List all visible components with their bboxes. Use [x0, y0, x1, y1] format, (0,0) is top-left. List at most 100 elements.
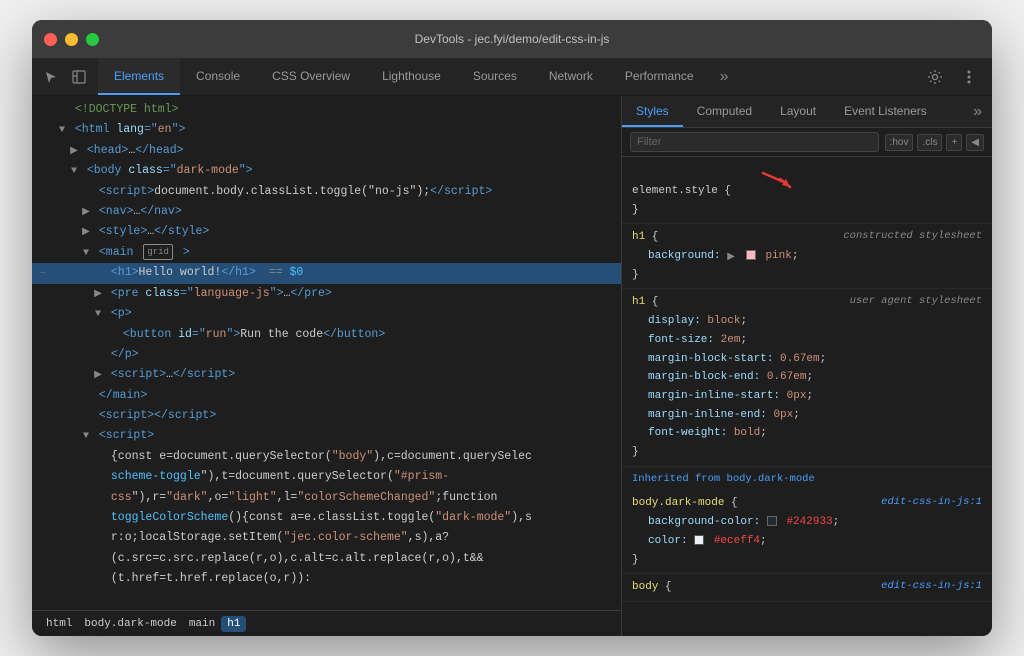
h1-constructed-rule: h1 { constructed stylesheet background: … [622, 224, 992, 289]
button-line[interactable]: <button id="run">Run the code</button> [32, 325, 621, 345]
breadcrumb-body[interactable]: body.dark-mode [78, 616, 182, 632]
body-rule: body { edit-css-in-js:1 [622, 574, 992, 602]
triangle-pre[interactable] [92, 287, 104, 303]
close-button[interactable] [44, 33, 57, 46]
elements-content[interactable]: <!DOCTYPE html> <html lang="en"> <head>…… [32, 96, 621, 610]
add-style-button[interactable]: + [946, 134, 962, 151]
layout-icon[interactable] [68, 66, 90, 88]
triangle-p[interactable] [92, 307, 104, 323]
tab-elements[interactable]: Elements [98, 58, 180, 95]
minimize-button[interactable] [65, 33, 78, 46]
element-style-close: } [632, 201, 982, 220]
tab-lighthouse[interactable]: Lighthouse [366, 58, 457, 95]
color-swatch-pink[interactable] [746, 250, 756, 260]
settings-icon[interactable] [922, 64, 948, 90]
tab-computed[interactable]: Computed [683, 96, 766, 127]
script3-line[interactable]: <script></script> [32, 406, 621, 426]
tab-performance[interactable]: Performance [609, 58, 710, 95]
inherited-header: Inherited from body.dark-mode [622, 467, 992, 491]
styles-tabs: Styles Computed Layout Event Listeners » [622, 96, 992, 128]
breadcrumb-h1[interactable]: h1 [221, 616, 246, 632]
hov-button[interactable]: :hov [885, 134, 914, 151]
tab-network[interactable]: Network [533, 58, 609, 95]
tab-console[interactable]: Console [180, 58, 256, 95]
element-style-selector: element.style { [632, 165, 982, 201]
triangle-body[interactable] [68, 164, 80, 180]
grid-badge[interactable]: grid [143, 244, 173, 260]
head-line[interactable]: <head>…</head> [32, 141, 621, 161]
margin-inline-start-prop: margin-inline-start: 0px; [632, 387, 982, 406]
script-content-4: toggleColorScheme(){const a=e.classList.… [32, 508, 621, 528]
filter-input[interactable] [630, 132, 879, 152]
script-content-7: (t.href=t.href.replace(o,r)): [32, 569, 621, 589]
triangle-head[interactable] [68, 144, 80, 160]
triangle-script2[interactable] [92, 368, 104, 384]
tab-event-listeners[interactable]: Event Listeners [830, 96, 941, 127]
nav-line[interactable]: <nav>…</nav> [32, 202, 621, 222]
script-content-3: css"),r="dark",o="light",l="colorSchemeC… [32, 488, 621, 508]
h1-user-agent-rule: h1 { user agent stylesheet display: bloc… [622, 289, 992, 466]
tab-css-overview[interactable]: CSS Overview [256, 58, 366, 95]
breadcrumb-main[interactable]: main [183, 616, 221, 632]
script4-open-line[interactable]: <script> [32, 426, 621, 446]
title-bar: DevTools - jec.fyi/demo/edit-css-in-js [32, 20, 992, 58]
script2-line[interactable]: <script>…</script> [32, 365, 621, 385]
pre-line[interactable]: <pre class="language-js">…</pre> [32, 284, 621, 304]
html-open-line[interactable]: <html lang="en"> [32, 120, 621, 140]
more-tabs-button[interactable]: » [710, 58, 739, 95]
devtools-window: DevTools - jec.fyi/demo/edit-css-in-js E… [32, 20, 992, 636]
styles-panel: Styles Computed Layout Event Listeners »… [622, 96, 992, 636]
main-close-line[interactable]: </main> [32, 386, 621, 406]
body-source[interactable]: edit-css-in-js:1 [881, 578, 982, 596]
styles-filter: :hov .cls + ◀ [622, 128, 992, 157]
triangle-main[interactable] [80, 246, 92, 262]
triangle-script4[interactable] [80, 429, 92, 445]
body-line[interactable]: <body class="dark-mode"> [32, 161, 621, 181]
main-tabs: Elements Console CSS Overview Lighthouse… [98, 58, 912, 95]
window-title: DevTools - jec.fyi/demo/edit-css-in-js [415, 32, 610, 46]
display-prop: display: block; [632, 312, 982, 331]
doctype-line: <!DOCTYPE html> [32, 100, 621, 120]
more-style-tabs[interactable]: » [963, 96, 992, 127]
color-swatch-dark[interactable] [767, 516, 777, 526]
style-line[interactable]: <style>…</style> [32, 222, 621, 242]
element-style-rule: element.style { } [622, 161, 992, 224]
h1-line[interactable]: … <h1>Hello world!</h1> == $0 [32, 263, 621, 283]
user-agent-source: user agent stylesheet [850, 293, 982, 311]
triangle-nav[interactable] [80, 205, 92, 221]
script-content-2: scheme-toggle"),t=document.querySelector… [32, 467, 621, 487]
devtools-body: <!DOCTYPE html> <html lang="en"> <head>…… [32, 96, 992, 636]
tab-sources[interactable]: Sources [457, 58, 533, 95]
tab-right-controls [912, 58, 992, 95]
elements-panel: <!DOCTYPE html> <html lang="en"> <head>…… [32, 96, 622, 636]
margin-block-start-prop: margin-block-start: 0.67em; [632, 350, 982, 369]
back-arrow-button[interactable]: ◀ [966, 134, 984, 151]
dark-mode-source[interactable]: edit-css-in-js:1 [881, 494, 982, 512]
font-size-prop: font-size: 2em; [632, 331, 982, 350]
traffic-lights [44, 33, 99, 46]
constructed-source: constructed stylesheet [843, 228, 982, 246]
tab-controls [32, 58, 98, 95]
p-close-line[interactable]: </p> [32, 345, 621, 365]
breadcrumb-html[interactable]: html [40, 616, 78, 632]
script-content-1: {const e=document.querySelector("body"),… [32, 447, 621, 467]
main-line[interactable]: <main grid > [32, 243, 621, 264]
cursor-icon[interactable] [40, 66, 62, 88]
triangle-html[interactable] [56, 123, 68, 139]
expand-arrow[interactable]: ▶ [727, 249, 739, 261]
background-prop: background: ▶ pink; [632, 247, 982, 266]
script-content-5: r:o;localStorage.setItem("jec.color-sche… [32, 528, 621, 548]
tab-styles[interactable]: Styles [622, 96, 683, 127]
tab-bar: Elements Console CSS Overview Lighthouse… [32, 58, 992, 96]
maximize-button[interactable] [86, 33, 99, 46]
color-swatch-light[interactable] [694, 535, 704, 545]
triangle-style[interactable] [80, 225, 92, 241]
p-open-line[interactable]: <p> [32, 304, 621, 324]
tab-layout[interactable]: Layout [766, 96, 830, 127]
cls-button[interactable]: .cls [917, 134, 942, 151]
more-options-icon[interactable] [956, 64, 982, 90]
script-toggle-line[interactable]: <script>document.body.classList.toggle("… [32, 182, 621, 202]
margin-inline-end-prop: margin-inline-end: 0px; [632, 406, 982, 425]
color-prop: color: #eceff4; [632, 532, 982, 551]
styles-content[interactable]: element.style { } h1 { [622, 157, 992, 636]
